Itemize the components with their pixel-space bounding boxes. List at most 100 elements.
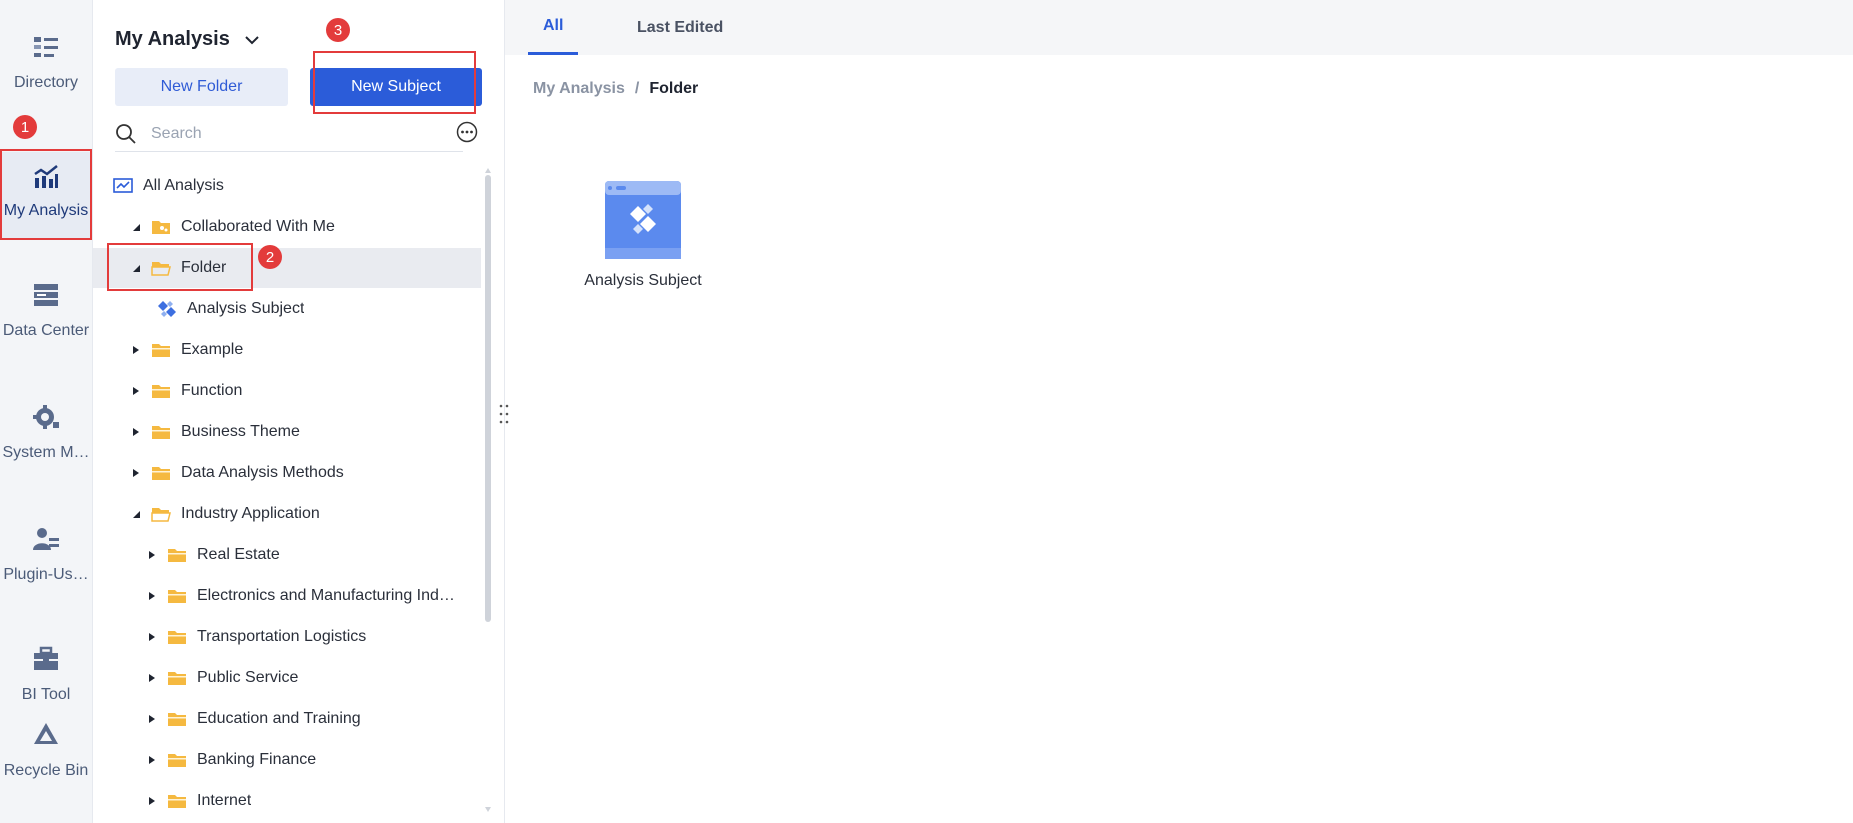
- tree-item-all-analysis[interactable]: All Analysis: [93, 166, 481, 206]
- search-input[interactable]: [151, 124, 431, 143]
- tree-item-transportation-logistics[interactable]: Transportation Logistics: [93, 617, 481, 657]
- tree-label: Data Analysis Methods: [181, 464, 344, 481]
- tree-label: Internet: [197, 792, 252, 809]
- caret-collapsed-icon[interactable]: [147, 755, 157, 765]
- rail-item-data-center[interactable]: Data Center: [0, 280, 92, 370]
- rail-label: System M…: [2, 444, 90, 461]
- tree-item-industry-application[interactable]: Industry Application: [93, 494, 481, 534]
- data-center-icon: [34, 284, 58, 306]
- tree-label: Banking Finance: [197, 751, 317, 768]
- toolbox-icon: [34, 646, 58, 670]
- analysis-subject-icon: [158, 301, 176, 317]
- folder-icon: [152, 426, 170, 439]
- highlight-box-folder: [107, 243, 253, 291]
- main-content: All Last Edited My Analysis / Folder Ana…: [505, 0, 1853, 823]
- chevron-down-icon: [245, 35, 259, 44]
- tree-item-banking-finance[interactable]: Banking Finance: [93, 740, 481, 780]
- tree-label: Industry Application: [181, 505, 320, 522]
- tab-bar: All Last Edited: [505, 0, 1853, 55]
- tree-item-analysis-subject[interactable]: Analysis Subject: [93, 289, 481, 329]
- tree-item-example[interactable]: Example: [93, 330, 481, 370]
- tree-item-public-service[interactable]: Public Service: [93, 658, 481, 698]
- tree-scrollbar-thumb[interactable]: [485, 175, 491, 622]
- tree-label: Real Estate: [197, 546, 280, 563]
- rail-label: BI Tool: [21, 686, 71, 703]
- tree-label: Collaborated With Me: [181, 218, 335, 235]
- new-folder-button[interactable]: New Folder: [115, 68, 288, 106]
- tab-all[interactable]: All: [528, 0, 579, 55]
- plugin-user-icon: [33, 528, 59, 550]
- folder-icon: [168, 631, 186, 644]
- tree-item-function[interactable]: Function: [93, 371, 481, 411]
- folder-icon: [168, 549, 186, 562]
- folder-icon: [152, 467, 170, 480]
- card-label: Analysis Subject: [584, 272, 702, 289]
- caret-collapsed-icon[interactable]: [147, 550, 157, 560]
- rail-label: Directory: [13, 74, 78, 91]
- tree-item-electronics-manufacturing[interactable]: Electronics and Manufacturing Ind…: [93, 576, 481, 616]
- folder-icon: [168, 795, 186, 808]
- folder-icon: [168, 590, 186, 603]
- tree-label: All Analysis: [143, 177, 224, 194]
- step-badge: 3: [326, 18, 350, 42]
- tree-label: Function: [181, 382, 243, 399]
- panel-title-dropdown[interactable]: My Analysis: [115, 28, 260, 51]
- folder-icon: [168, 754, 186, 767]
- search-box: [115, 116, 463, 152]
- recycle-icon: [34, 723, 58, 744]
- panel-title: My Analysis: [115, 28, 230, 50]
- rail-item-system-management[interactable]: System M…: [0, 402, 92, 492]
- breadcrumb: My Analysis / Folder: [533, 80, 698, 98]
- tree-label: Public Service: [197, 669, 299, 686]
- step-badge: 2: [258, 245, 282, 269]
- search-icon: [116, 123, 136, 144]
- caret-collapsed-icon[interactable]: [131, 468, 141, 478]
- shared-folder-icon: [152, 221, 170, 234]
- folder-icon: [152, 344, 170, 357]
- tree-item-business-theme[interactable]: Business Theme: [93, 412, 481, 452]
- tree-item-collaborated[interactable]: Collaborated With Me: [93, 207, 481, 247]
- tree-item-data-analysis-methods[interactable]: Data Analysis Methods: [93, 453, 481, 493]
- caret-collapsed-icon[interactable]: [147, 796, 157, 806]
- rail-item-plugin-user[interactable]: Plugin-Us…: [0, 524, 92, 614]
- panel-resize-handle[interactable]: [498, 402, 510, 426]
- caret-collapsed-icon[interactable]: [131, 427, 141, 437]
- analysis-subject-card[interactable]: Analysis Subject: [575, 180, 711, 290]
- tree-label: Electronics and Manufacturing Ind…: [197, 587, 455, 604]
- caret-collapsed-icon[interactable]: [147, 591, 157, 601]
- folder-icon: [152, 385, 170, 398]
- tree-item-real-estate[interactable]: Real Estate: [93, 535, 481, 575]
- breadcrumb-separator: /: [634, 80, 640, 97]
- tree-item-education-training[interactable]: Education and Training: [93, 699, 481, 739]
- tree-item-internet[interactable]: Internet: [93, 781, 481, 821]
- all-analysis-icon: [113, 178, 133, 193]
- breadcrumb-root-link[interactable]: My Analysis: [533, 80, 625, 98]
- tree-label: Business Theme: [181, 423, 300, 440]
- tree-label: Example: [181, 341, 244, 358]
- caret-collapsed-icon[interactable]: [131, 386, 141, 396]
- folder-open-icon: [151, 508, 171, 522]
- caret-collapsed-icon[interactable]: [131, 345, 141, 355]
- caret-collapsed-icon[interactable]: [147, 714, 157, 724]
- caret-expanded-icon[interactable]: [131, 509, 141, 519]
- analysis-subject-icon: [605, 181, 681, 259]
- rail-label: Data Center: [2, 322, 90, 339]
- more-options-icon[interactable]: [456, 121, 478, 143]
- analysis-tree-panel: My Analysis New Folder New Subject All A…: [93, 0, 505, 823]
- rail-label: Recycle Bin: [3, 762, 89, 779]
- caret-collapsed-icon[interactable]: [147, 632, 157, 642]
- caret-collapsed-icon[interactable]: [147, 673, 157, 683]
- tree-label: Education and Training: [197, 710, 361, 727]
- tree-label: Transportation Logistics: [197, 628, 367, 645]
- directory-icon: [34, 37, 58, 57]
- tab-last-edited[interactable]: Last Edited: [637, 0, 723, 55]
- tree-label: Analysis Subject: [187, 300, 305, 317]
- folder-icon: [168, 672, 186, 685]
- folder-icon: [168, 713, 186, 726]
- highlight-box-my-analysis: [0, 149, 92, 240]
- rail-item-directory[interactable]: Directory: [0, 32, 92, 122]
- highlight-box-new-subject: [313, 51, 476, 114]
- rail-item-recycle-bin[interactable]: Recycle Bin: [0, 720, 92, 810]
- rail-label: Plugin-Us…: [3, 566, 89, 583]
- caret-expanded-icon[interactable]: [131, 222, 141, 232]
